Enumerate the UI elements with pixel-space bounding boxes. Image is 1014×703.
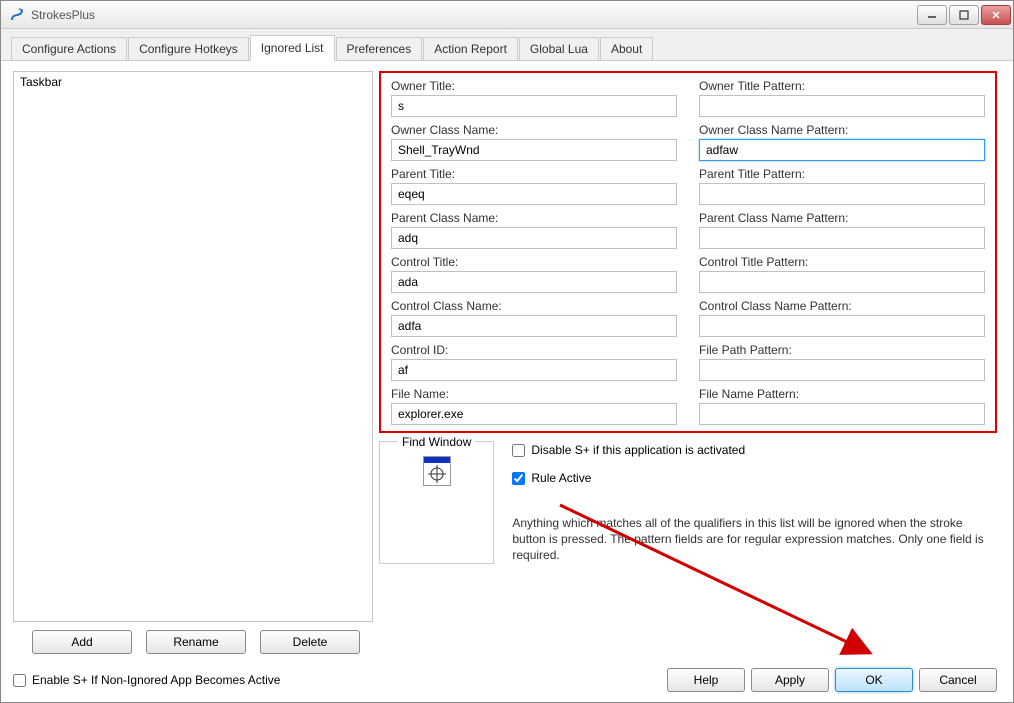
ignored-list[interactable]: Taskbar <box>13 71 373 622</box>
bottom-bar: Enable S+ If Non-Ignored App Becomes Act… <box>13 660 997 692</box>
enable-non-ignored-checkbox[interactable] <box>13 674 26 687</box>
apply-button[interactable]: Apply <box>751 668 829 692</box>
enable-non-ignored-check[interactable]: Enable S+ If Non-Ignored App Becomes Act… <box>13 673 280 687</box>
control-id-label: Control ID: <box>391 343 677 357</box>
window-controls <box>917 5 1011 25</box>
control-title-label: Control Title: <box>391 255 677 269</box>
help-text: Anything which matches all of the qualif… <box>512 515 997 564</box>
find-window-label: Find Window <box>398 435 475 449</box>
control-title-pattern-label: Control Title Pattern: <box>699 255 985 269</box>
list-buttons: Add Rename Delete <box>13 630 373 654</box>
control-title-input[interactable] <box>391 271 677 293</box>
parent-title-input[interactable] <box>391 183 677 205</box>
disable-if-activated-check[interactable]: Disable S+ if this application is activa… <box>512 443 997 457</box>
rule-active-label: Rule Active <box>531 471 591 485</box>
file-path-pattern-label: File Path Pattern: <box>699 343 985 357</box>
cancel-button[interactable]: Cancel <box>919 668 997 692</box>
owner-class-name-pattern-label: Owner Class Name Pattern: <box>699 123 985 137</box>
control-class-name-pattern-label: Control Class Name Pattern: <box>699 299 985 313</box>
control-class-name-label: Control Class Name: <box>391 299 677 313</box>
parent-class-name-pattern-label: Parent Class Name Pattern: <box>699 211 985 225</box>
find-window-crosshair[interactable] <box>423 456 451 486</box>
tab-configure-actions[interactable]: Configure Actions <box>11 37 127 60</box>
add-button[interactable]: Add <box>32 630 132 654</box>
rename-button[interactable]: Rename <box>146 630 246 654</box>
control-class-name-input[interactable] <box>391 315 677 337</box>
tab-global-lua[interactable]: Global Lua <box>519 37 599 60</box>
parent-title-label: Parent Title: <box>391 167 677 181</box>
tab-ignored-list[interactable]: Ignored List <box>250 35 335 61</box>
parent-class-name-label: Parent Class Name: <box>391 211 677 225</box>
owner-class-name-label: Owner Class Name: <box>391 123 677 137</box>
tab-configure-hotkeys[interactable]: Configure Hotkeys <box>128 37 249 60</box>
maximize-button[interactable] <box>949 5 979 25</box>
file-name-pattern-input[interactable] <box>699 403 985 425</box>
tab-about[interactable]: About <box>600 37 653 60</box>
file-path-pattern-input[interactable] <box>699 359 985 381</box>
close-button[interactable] <box>981 5 1011 25</box>
help-button[interactable]: Help <box>667 668 745 692</box>
window: StrokesPlus Configure Actions Configure … <box>0 0 1014 703</box>
highlighted-fields-frame: Owner Title: Owner Title Pattern: Owner … <box>379 71 997 433</box>
parent-class-name-pattern-input[interactable] <box>699 227 985 249</box>
disable-if-activated-checkbox[interactable] <box>512 444 525 457</box>
minimize-button[interactable] <box>917 5 947 25</box>
file-name-input[interactable] <box>391 403 677 425</box>
owner-title-pattern-input[interactable] <box>699 95 985 117</box>
tab-action-report[interactable]: Action Report <box>423 37 518 60</box>
parent-title-pattern-input[interactable] <box>699 183 985 205</box>
owner-title-input[interactable] <box>391 95 677 117</box>
rule-active-checkbox[interactable] <box>512 472 525 485</box>
titlebar: StrokesPlus <box>1 1 1013 29</box>
left-pane: Taskbar Add Rename Delete <box>13 71 373 654</box>
list-item[interactable]: Taskbar <box>16 74 370 90</box>
control-class-name-pattern-input[interactable] <box>699 315 985 337</box>
find-window-group: Find Window <box>379 441 494 564</box>
window-title: StrokesPlus <box>31 8 917 22</box>
owner-class-name-input[interactable] <box>391 139 677 161</box>
parent-class-name-input[interactable] <box>391 227 677 249</box>
control-title-pattern-input[interactable] <box>699 271 985 293</box>
enable-non-ignored-label: Enable S+ If Non-Ignored App Becomes Act… <box>32 673 280 687</box>
file-name-pattern-label: File Name Pattern: <box>699 387 985 401</box>
tab-content: Taskbar Add Rename Delete Owner Title: O… <box>1 61 1013 702</box>
crosshair-icon <box>428 465 446 483</box>
tab-bar: Configure Actions Configure Hotkeys Igno… <box>1 29 1013 61</box>
tab-preferences[interactable]: Preferences <box>336 37 423 60</box>
control-id-input[interactable] <box>391 359 677 381</box>
delete-button[interactable]: Delete <box>260 630 360 654</box>
file-name-label: File Name: <box>391 387 677 401</box>
right-pane: Owner Title: Owner Title Pattern: Owner … <box>379 71 997 654</box>
app-icon <box>9 7 25 23</box>
rule-active-check[interactable]: Rule Active <box>512 471 997 485</box>
owner-class-name-pattern-input[interactable] <box>699 139 985 161</box>
owner-title-label: Owner Title: <box>391 79 677 93</box>
ok-button[interactable]: OK <box>835 668 913 692</box>
owner-title-pattern-label: Owner Title Pattern: <box>699 79 985 93</box>
parent-title-pattern-label: Parent Title Pattern: <box>699 167 985 181</box>
disable-if-activated-label: Disable S+ if this application is activa… <box>531 443 745 457</box>
